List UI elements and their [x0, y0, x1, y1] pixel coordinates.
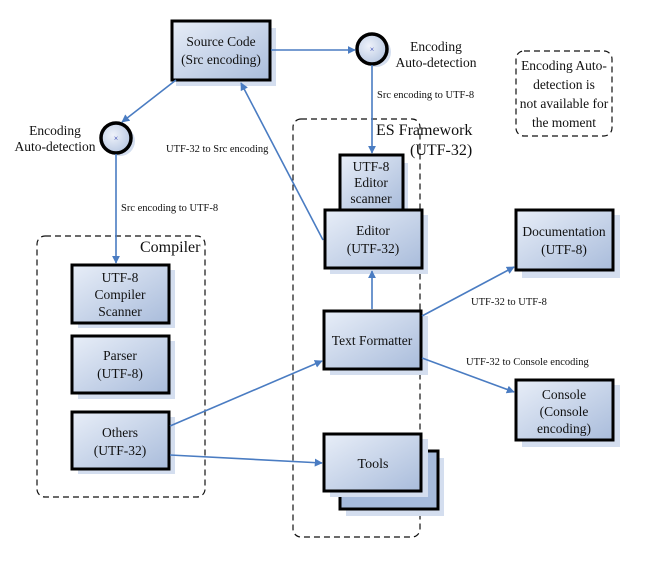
- detector-label: Encoding: [29, 123, 81, 138]
- arrow-formatter-to-documentation: [421, 266, 515, 317]
- node-label: Editor: [354, 175, 388, 190]
- encoding-detector-left[interactable]: ×: [99, 121, 135, 156]
- documentation-node[interactable]: Documentation (UTF-8): [514, 208, 620, 278]
- parser-node[interactable]: Parser (UTF-8): [70, 334, 175, 399]
- arrow-source-to-detector-left: [121, 79, 177, 123]
- node-label: Scanner: [98, 304, 142, 319]
- source-code-node[interactable]: Source Code (Src encoding): [170, 19, 276, 86]
- node-label: Compiler: [95, 287, 146, 302]
- node-label: (Console: [540, 404, 589, 419]
- node-label: UTF-8: [353, 159, 390, 174]
- edge-label: Src encoding to UTF-8: [121, 203, 218, 214]
- node-label: (Src encoding): [181, 52, 261, 67]
- architecture-diagram: Compiler ES Framework (UTF-32) Encoding …: [15, 19, 620, 538]
- edge-label: Src encoding to UTF-8: [377, 90, 474, 101]
- edge-label: UTF-32 to Src encoding: [166, 144, 269, 155]
- note-text: Encoding Auto- detection is not availabl…: [520, 58, 609, 130]
- es-framework-label: ES Framework: [376, 122, 472, 139]
- editor-node[interactable]: Editor (UTF-32): [323, 208, 428, 274]
- tools-node[interactable]: Tools: [322, 432, 444, 516]
- detector-label: Auto-detection: [396, 55, 477, 70]
- console-node[interactable]: Console (Console encoding): [514, 378, 620, 447]
- others-node[interactable]: Others (UTF-32): [70, 410, 175, 474]
- node-label: (UTF-32): [347, 241, 400, 256]
- node-label: Documentation: [522, 224, 605, 239]
- note-line: not available for: [520, 96, 609, 111]
- node-label: Source Code: [186, 34, 255, 49]
- es-framework-encoding-label: (UTF-32): [410, 142, 472, 159]
- compiler-container-label: Compiler: [140, 239, 201, 256]
- note-line: detection is: [533, 77, 595, 92]
- arrow-others-to-tools: [169, 454, 323, 467]
- node-label: Console: [542, 387, 586, 402]
- node-label: Text Formatter: [332, 333, 413, 348]
- node-label: Parser: [103, 348, 137, 363]
- detector-label: Encoding: [410, 39, 462, 54]
- node-label: scanner: [350, 191, 392, 206]
- node-label: Others: [102, 425, 138, 440]
- compiler-scanner-node[interactable]: UTF-8 Compiler Scanner: [70, 263, 175, 328]
- cross-icon: ×: [114, 134, 119, 143]
- node-label: UTF-8: [102, 270, 139, 285]
- node-label: (UTF-8): [541, 242, 587, 257]
- node-label: (UTF-32): [94, 443, 147, 458]
- encoding-detector-right[interactable]: ×: [355, 32, 391, 67]
- detector-label: Auto-detection: [15, 139, 96, 154]
- edge-label: UTF-32 to Console encoding: [466, 357, 590, 368]
- node-label: Editor: [356, 223, 390, 238]
- arrow-editor-to-source: [240, 82, 324, 241]
- cross-icon: ×: [370, 45, 375, 54]
- node-label: encoding): [537, 421, 591, 436]
- note-line: Encoding Auto-: [521, 58, 607, 73]
- node-label: (UTF-8): [97, 366, 143, 381]
- editor-scanner-node[interactable]: UTF-8 Editor scanner: [338, 153, 408, 213]
- edge-label: UTF-32 to UTF-8: [471, 297, 547, 308]
- arrow-others-to-formatter: [169, 360, 323, 427]
- text-formatter-node[interactable]: Text Formatter: [322, 309, 428, 375]
- node-label: Tools: [358, 457, 389, 472]
- note-line: the moment: [532, 115, 596, 130]
